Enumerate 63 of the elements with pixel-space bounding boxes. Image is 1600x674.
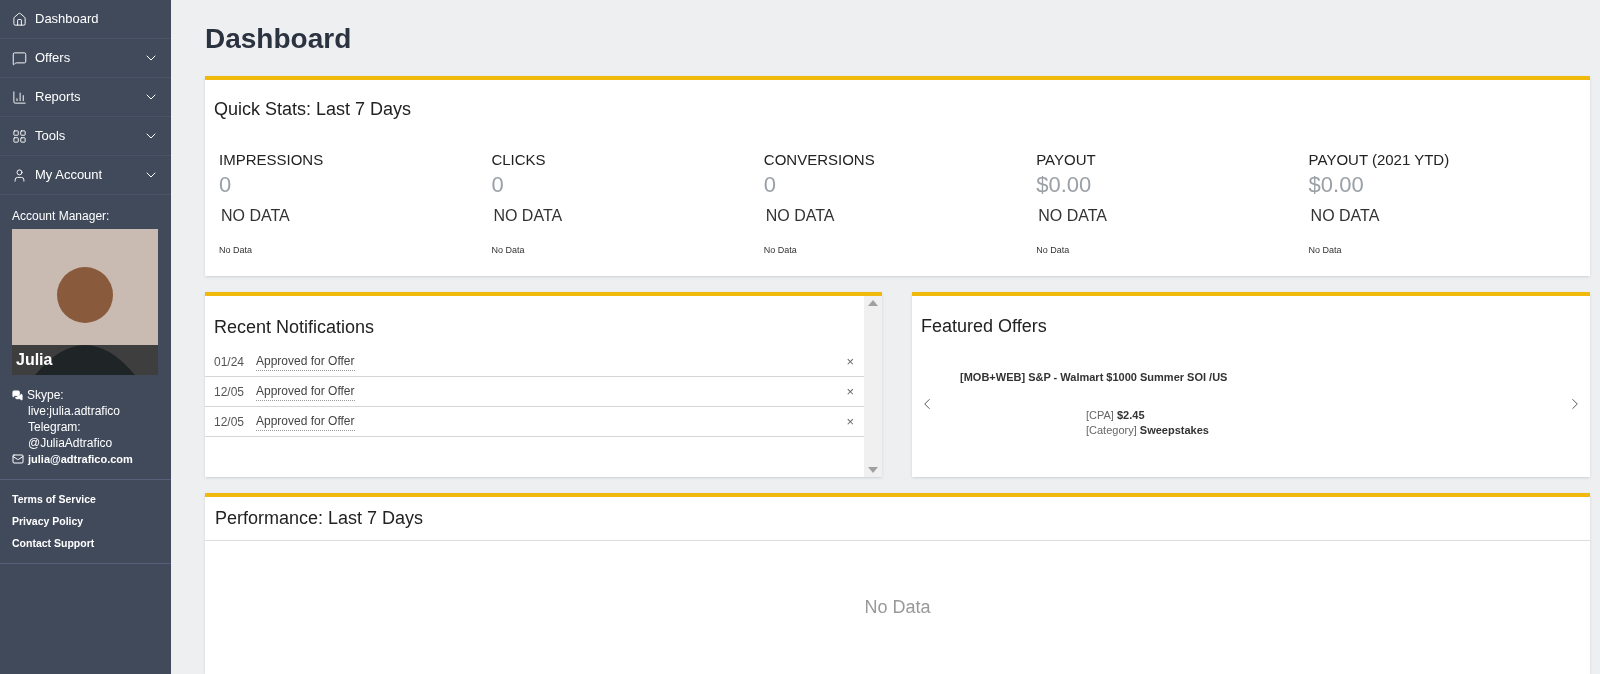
nav-item[interactable]: Reports <box>0 78 171 117</box>
offer-category: [Category] Sweepstakes <box>1086 422 1209 438</box>
nav-item[interactable]: Dashboard <box>0 0 171 39</box>
footer-link[interactable]: Terms of Service <box>12 492 96 508</box>
stat-label: PAYOUT <box>1036 150 1096 170</box>
skype-handle: live:julia.adtrafico <box>27 403 122 419</box>
notification-date: 12/05 <box>214 413 246 431</box>
skype-label: Skype: <box>27 387 64 403</box>
stat-status: NO DATA <box>221 205 290 226</box>
dismiss-button[interactable]: × <box>846 411 854 432</box>
stat-value: $0.00 <box>1036 171 1092 198</box>
footer-link[interactable]: Privacy Policy <box>12 513 84 530</box>
stat-label: PAYOUT (2021 YTD) <box>1308 150 1450 170</box>
chart-icon <box>12 89 27 105</box>
nav-item[interactable]: Offers <box>0 39 171 78</box>
stat-value: 0 <box>491 171 504 198</box>
stat-label: CLICKS <box>491 150 546 170</box>
mail-icon <box>12 453 24 465</box>
stat-label: IMPRESSIONS <box>219 150 324 170</box>
nav-item[interactable]: Tools <box>0 117 171 156</box>
dismiss-button[interactable]: × <box>846 381 854 402</box>
card-title: Quick Stats: Last 7 Days <box>214 98 412 121</box>
nav-item[interactable]: My Account <box>0 156 171 195</box>
stat-note: No Data <box>219 243 253 257</box>
stat-value: 0 <box>219 171 232 198</box>
page-title: Dashboard <box>205 22 352 56</box>
stat-status: NO DATA <box>765 205 835 226</box>
card-title: Performance: Last 7 Days <box>205 497 1590 541</box>
stat-label: CONVERSIONS <box>763 150 875 170</box>
telegram-label: Telegram: <box>27 419 82 435</box>
scroll-up-icon <box>868 300 878 306</box>
stat-note: No Data <box>1036 243 1070 257</box>
scroll-down-icon <box>868 467 878 473</box>
offer-payout: [CPA] $2.45 <box>1086 407 1145 423</box>
chat-icon <box>12 389 23 401</box>
empty-chart-text: No Data <box>864 596 931 619</box>
stat-note: No Data <box>763 243 797 257</box>
chat-icon <box>12 50 27 66</box>
footer-link[interactable]: Contact Support <box>12 535 95 552</box>
telegram-handle: @JuliaAdtrafico <box>27 435 114 451</box>
notification-link[interactable]: Approved for Offer <box>256 382 355 401</box>
dismiss-button[interactable]: × <box>846 351 854 372</box>
stat-status: NO DATA <box>1038 205 1107 226</box>
user-icon <box>12 167 27 183</box>
scrollbar[interactable] <box>864 296 882 477</box>
card-title: Recent Notifications <box>214 316 375 339</box>
stat-value: 0 <box>763 171 777 198</box>
grid-icon <box>12 128 27 144</box>
stat-status: NO DATA <box>1310 205 1380 226</box>
card-title: Featured Offers <box>921 315 1047 338</box>
email-link[interactable]: julia@adtrafico.com <box>28 451 133 467</box>
offer-name[interactable]: [MOB+WEB] S&P - Walmart $1000 Summer SOI /US <box>960 369 1228 386</box>
notification-link[interactable]: Approved for Offer <box>256 412 355 431</box>
account-manager-heading: Account Manager: <box>12 208 111 225</box>
notification-date: 12/05 <box>214 383 246 401</box>
stat-note: No Data <box>491 243 525 257</box>
stat-note: No Data <box>1308 243 1342 257</box>
manager-name: Julia <box>16 350 53 370</box>
notification-date: 01/24 <box>214 353 246 371</box>
home-icon <box>12 11 27 27</box>
notification-link[interactable]: Approved for Offer <box>256 352 355 371</box>
stat-status: NO DATA <box>493 205 563 226</box>
stat-value: $0.00 <box>1308 171 1364 198</box>
